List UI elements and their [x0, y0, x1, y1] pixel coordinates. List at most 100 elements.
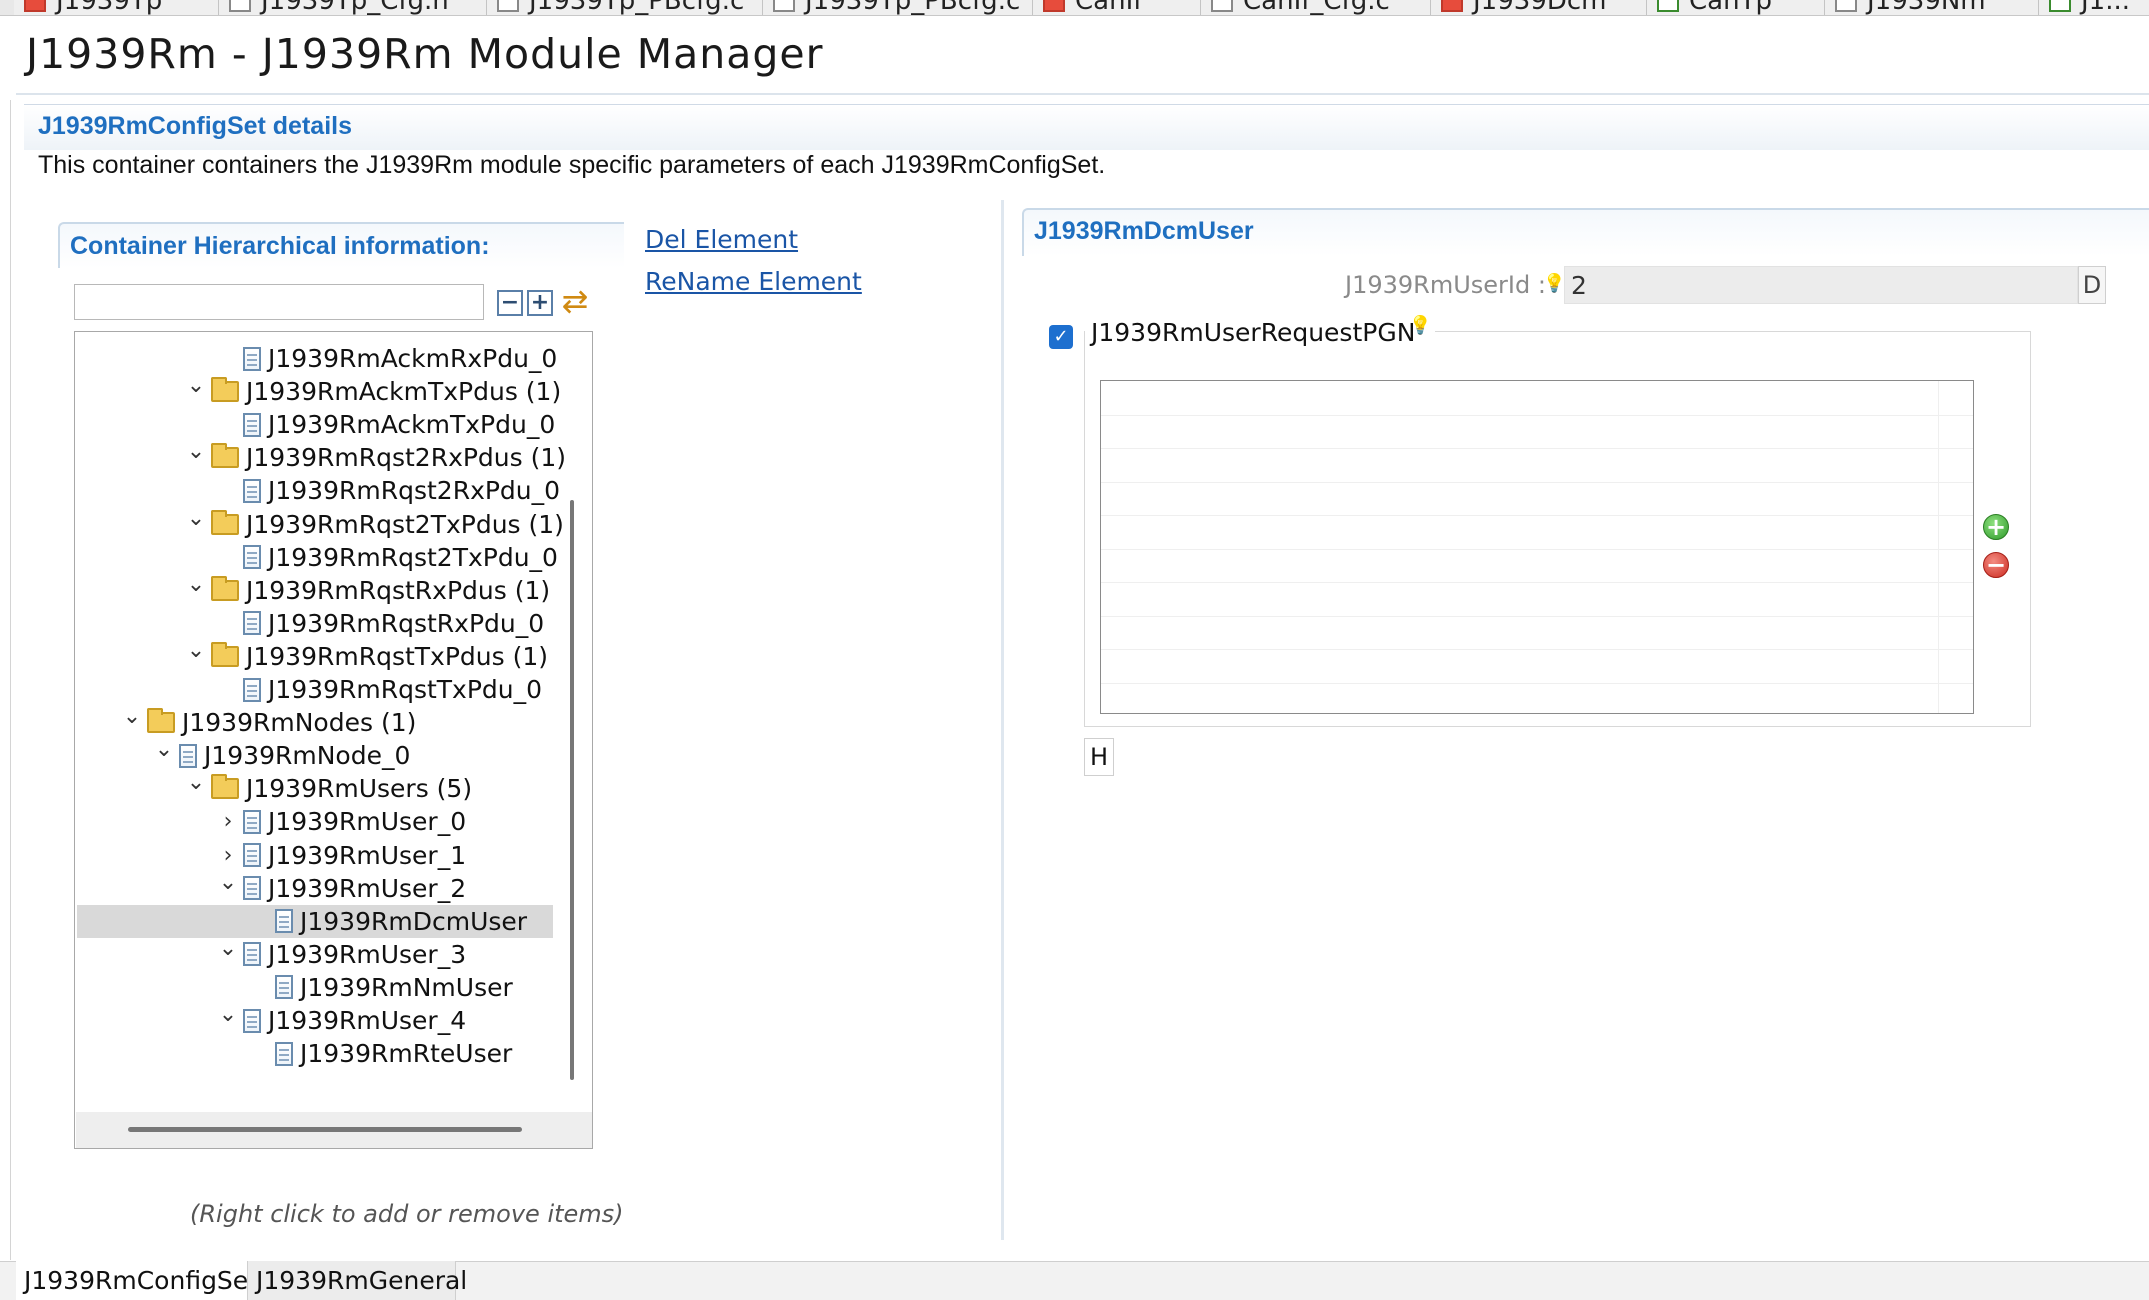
remove-row-button[interactable]: −: [1983, 552, 2009, 578]
module-icon: [2049, 0, 2071, 12]
tree-item[interactable]: J1939RmRqst2TxPdu_0: [213, 541, 558, 574]
folder-icon: [147, 708, 175, 734]
tree-item[interactable]: ⌄ J1939RmAckmTxPdus (1): [181, 373, 562, 408]
tree-item-label: J1939RmRqstRxPdu_0: [268, 608, 545, 638]
tree-item[interactable]: J1939RmRqstRxPdu_0: [213, 607, 544, 640]
chevron-down-icon[interactable]: ⌄: [149, 737, 179, 762]
tree-item[interactable]: J1939RmAckmRxPdu_0: [213, 342, 557, 375]
tree-item[interactable]: J1939RmNmUser: [245, 971, 513, 1004]
chevron-down-icon[interactable]: ⌄: [181, 439, 211, 464]
tree-item-label: J1939RmAckmRxPdu_0: [268, 344, 558, 373]
document-icon: [243, 942, 261, 967]
request-pgn-checkbox[interactable]: ✓: [1049, 325, 1073, 349]
folder-icon: [211, 641, 239, 667]
container-tree[interactable]: J1939RmAckmRxPdu_0 ⌄ J1939RmAckmTxPdus (1)…: [74, 331, 593, 1149]
panel-splitter[interactable]: [1001, 200, 1004, 1240]
sync-icon[interactable]: ⇄: [558, 284, 592, 318]
request-pgn-hint-icon[interactable]: 💡: [1409, 317, 1431, 335]
hex-toggle-button[interactable]: H: [1084, 738, 1114, 776]
document-icon: [179, 743, 197, 768]
tree-item[interactable]: ⌄ J1939RmUser_4: [213, 1002, 466, 1037]
editor-tab[interactable]: CanTp: [1647, 0, 1825, 15]
editor-tab[interactable]: CanIf: [1033, 0, 1201, 15]
chevron-down-icon[interactable]: ⌄: [181, 506, 211, 531]
tree-item[interactable]: ⌄ J1939RmRqstRxPdus (1): [181, 572, 550, 607]
tree-item-label: J1939RmUser_1: [268, 840, 467, 870]
chevron-down-icon[interactable]: ⌄: [181, 373, 211, 398]
expand-all-icon: +: [530, 290, 550, 315]
user-id-default-button[interactable]: D: [2078, 266, 2106, 304]
bottom-tab-label: J1939RmGeneral: [256, 1266, 468, 1295]
editor-tab-label: J1939Tp_Cfg.h: [261, 0, 449, 16]
editor-tab[interactable]: J1939Nm: [1825, 0, 2039, 15]
user-id-hint-icon[interactable]: 💡: [1543, 275, 1565, 293]
left-border: [10, 100, 11, 1260]
chevron-down-icon[interactable]: ⌄: [213, 1002, 243, 1027]
tree-item[interactable]: ⌄ J1939RmRqstTxPdus (1): [181, 638, 548, 673]
tree-item[interactable]: ⌄ J1939RmNodes (1): [117, 704, 417, 739]
tree-filter-input[interactable]: [74, 284, 484, 320]
tree-item[interactable]: J1939RmRqst2RxPdu_0: [213, 474, 560, 507]
rename-element-link[interactable]: ReName Element: [645, 267, 862, 296]
chevron-down-icon[interactable]: ⌄: [117, 704, 147, 729]
chevron-down-icon[interactable]: ⌄: [181, 770, 211, 795]
tree-item-label: J1939RmUser_3: [268, 939, 467, 969]
tree-item[interactable]: ⌄ J1939RmRqst2TxPdus (1): [181, 506, 564, 541]
editor-tab[interactable]: J1...: [2039, 0, 2149, 15]
chevron-down-icon[interactable]: ⌄: [213, 936, 243, 961]
expand-all-button[interactable]: +: [527, 290, 553, 316]
document-icon: [243, 412, 261, 437]
editor-tab[interactable]: J1939Tp: [14, 0, 219, 15]
tree-item-label: J1939RmNmUser: [300, 972, 513, 1002]
editor-tab-strip: J1939Tp J1939Tp_Cfg.h J1939Tp_PBcfg.c J1939…: [0, 0, 2149, 16]
editor-tab[interactable]: J1939Tp_Cfg.h: [219, 0, 487, 15]
editor-tab[interactable]: CanIf_Cfg.c: [1201, 0, 1431, 15]
collapse-all-button[interactable]: −: [497, 290, 523, 316]
chevron-down-icon[interactable]: ⌄: [213, 870, 243, 895]
request-pgn-table[interactable]: [1100, 380, 1974, 714]
tree-item-label: J1939RmAckmTxPdu_0: [268, 410, 556, 440]
table-row: [1101, 615, 1973, 617]
del-element-link[interactable]: Del Element: [645, 225, 798, 254]
tree-vertical-scrollbar[interactable]: [570, 500, 574, 1080]
chevron-right-icon[interactable]: ›: [213, 809, 243, 834]
tree-item-label: J1939RmAckmTxPdus (1): [246, 377, 562, 407]
tree-item[interactable]: J1939RmAckmTxPdu_0: [213, 408, 555, 441]
editor-tab[interactable]: J1939Dcm: [1431, 0, 1647, 15]
folder-icon: [211, 443, 239, 469]
user-id-field[interactable]: 2: [1564, 266, 2078, 304]
chevron-down-icon[interactable]: ⌄: [181, 572, 211, 597]
folder-icon: [211, 377, 239, 403]
tree-item[interactable]: ⌄ J1939RmRqst2RxPdus (1): [181, 439, 566, 474]
tree-item[interactable]: J1939RmRteUser: [245, 1037, 512, 1070]
bottom-tab[interactable]: J1939RmConfigSet: [16, 1261, 258, 1300]
tree-item[interactable]: J1939RmDcmUser: [77, 904, 553, 938]
document-icon: [275, 909, 293, 934]
tree-scroll-corner: [556, 1112, 592, 1148]
c-file-icon: [497, 0, 519, 12]
document-icon: [275, 975, 293, 1000]
chevron-down-icon[interactable]: ⌄: [181, 638, 211, 663]
editor-tab-label: CanIf_Cfg.c: [1243, 0, 1390, 16]
right-panel-title: J1939RmDcmUser: [1034, 217, 1254, 245]
editor-tab[interactable]: J1939Tp_PBcfg.c: [763, 0, 1033, 15]
tree-horizontal-scrollbar[interactable]: [128, 1127, 522, 1132]
c-file-icon: [24, 0, 46, 12]
tree-hint: (Right click to add or remove items): [190, 1200, 624, 1228]
tree-item[interactable]: › J1939RmUser_0: [213, 805, 467, 838]
tree-item[interactable]: ⌄ J1939RmUser_2: [213, 870, 466, 905]
module-icon: [1657, 0, 1679, 12]
document-icon: [243, 843, 261, 867]
editor-tab[interactable]: J1939Tp_PBcfg.c: [487, 0, 763, 15]
tree-item[interactable]: › J1939RmUser_1: [213, 839, 467, 872]
bottom-tab[interactable]: J1939RmGeneral: [248, 1261, 467, 1300]
add-row-button[interactable]: +: [1983, 514, 2009, 540]
tree-item-label: J1939RmRqst2TxPdu_0: [268, 542, 558, 572]
tree-item[interactable]: ⌄ J1939RmNode_0: [149, 737, 411, 772]
tree-item[interactable]: J1939RmRqstTxPdu_0: [213, 673, 542, 706]
tree-item[interactable]: ⌄ J1939RmUsers (5): [181, 770, 472, 805]
folder-icon: [211, 509, 239, 535]
tree-item[interactable]: ⌄ J1939RmUser_3: [213, 936, 467, 971]
hierarchy-title: Container Hierarchical information:: [70, 232, 490, 260]
chevron-right-icon[interactable]: ›: [213, 843, 243, 868]
